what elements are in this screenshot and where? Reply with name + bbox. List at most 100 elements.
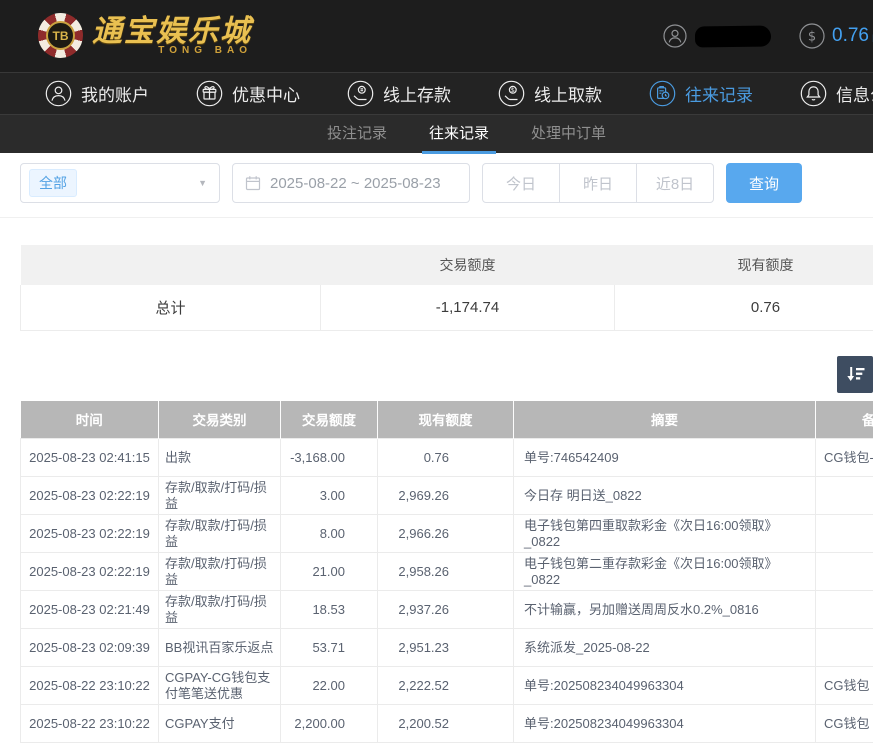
nav-item-transaction-records[interactable]: 往来记录 — [649, 80, 753, 107]
table-row: 2025-08-23 02:22:19 存款/取款/打码/损益 3.00 2,9… — [21, 477, 873, 515]
cell-remark: CG钱包 — [816, 667, 873, 705]
nav-label: 往来记录 — [685, 81, 753, 106]
cell-summary: 单号:746542409 — [514, 439, 816, 477]
cell-type: 存款/取款/打码/损益 — [159, 591, 281, 629]
gift-icon — [196, 80, 223, 107]
poker-chip-logo-icon: TB — [38, 13, 83, 58]
balance-amount: 0.76 — [832, 25, 869, 47]
divider — [0, 217, 873, 218]
logo: TB 通宝娱乐城 TONG BAO — [38, 13, 252, 58]
dollar-coin-icon: $ — [799, 23, 825, 49]
cell-time: 2025-08-23 02:21:49 — [21, 591, 159, 629]
nav-item-deposit[interactable]: 线上存款 — [347, 80, 451, 107]
cell-balance: 2,958.26 — [378, 553, 514, 591]
bell-icon — [800, 80, 827, 107]
cell-balance: 2,937.26 — [378, 591, 514, 629]
last-8-days-button[interactable]: 近8日 — [636, 163, 714, 203]
cell-type: 存款/取款/打码/损益 — [159, 477, 281, 515]
col-header-balance: 现有额度 — [378, 401, 514, 439]
site-title: 通宝娱乐城 — [92, 16, 252, 48]
cell-summary: 电子钱包第四重取款彩金《次日16:00领取》_0822 — [514, 515, 816, 553]
summary-header-transaction: 交易额度 — [321, 245, 615, 285]
col-header-type: 交易类别 — [159, 401, 281, 439]
records-table: 时间 交易类别 交易额度 现有额度 摘要 备注 2025-08-23 02:41… — [20, 401, 873, 744]
svg-text:$: $ — [511, 86, 515, 94]
tab-pending-orders[interactable]: 处理中订单 — [524, 115, 613, 154]
yesterday-button[interactable]: 昨日 — [559, 163, 637, 203]
summary-balance-total: 0.76 — [615, 285, 873, 330]
nav-label: 信息公告 — [836, 81, 873, 106]
nav-item-promotions[interactable]: 优惠中心 — [196, 80, 300, 107]
sort-button[interactable] — [837, 356, 873, 393]
table-row: 2025-08-22 23:10:22 CGPAY支付 2,200.00 2,2… — [21, 705, 873, 743]
nav-item-my-account[interactable]: 我的账户 — [45, 80, 149, 107]
sort-descending-icon — [844, 363, 867, 386]
col-header-time: 时间 — [21, 401, 159, 439]
search-button[interactable]: 查询 — [726, 163, 802, 203]
today-button[interactable]: 今日 — [482, 163, 560, 203]
cell-remark: CG钱包-24 — [816, 439, 873, 477]
selected-type-tag[interactable]: 全部 — [29, 169, 77, 197]
summary-transaction-total: -1,174.74 — [321, 285, 615, 330]
cell-remark — [816, 477, 873, 515]
nav-label: 优惠中心 — [232, 81, 300, 106]
cell-amount: 53.71 — [281, 629, 378, 667]
account-area: $ 0.76 R — [663, 0, 873, 72]
tab-betting-records[interactable]: 投注记录 — [320, 115, 394, 154]
cell-type: 出款 — [159, 439, 281, 477]
table-row: 2025-08-22 23:10:22 CGPAY-CG钱包支付笔笔送优惠 22… — [21, 667, 873, 705]
svg-text:$: $ — [808, 30, 816, 45]
sub-nav: 投注记录 往来记录 处理中订单 — [0, 114, 873, 153]
cell-remark — [816, 515, 873, 553]
table-row: 2025-08-23 02:09:39 BB视讯百家乐返点 53.71 2,95… — [21, 629, 873, 667]
cell-amount: 8.00 — [281, 515, 378, 553]
nav-item-withdraw[interactable]: $ 线上取款 — [498, 80, 602, 107]
main-nav: 我的账户 优惠中心 线上存款 $ 线上取款 — [0, 72, 873, 114]
nav-label: 线上取款 — [534, 81, 602, 106]
nav-label: 我的账户 — [81, 81, 149, 106]
site-subtitle: TONG BAO — [92, 45, 252, 56]
records-header-row: 时间 交易类别 交易额度 现有额度 摘要 备注 — [21, 401, 873, 439]
cell-time: 2025-08-22 23:10:22 — [21, 705, 159, 743]
table-row: 2025-08-23 02:41:15 出款 -3,168.00 0.76 单号… — [21, 439, 873, 477]
cell-amount: 3.00 — [281, 477, 378, 515]
cell-amount: 18.53 — [281, 591, 378, 629]
table-row: 2025-08-23 02:22:19 存款/取款/打码/损益 21.00 2,… — [21, 553, 873, 591]
filter-bar: 全部 ▼ 2025-08-22 ~ 2025-08-23 今日 昨日 近8日 查… — [20, 163, 873, 203]
cell-remark — [816, 591, 873, 629]
summary-row: 总计 -1,174.74 0.76 — [21, 285, 873, 330]
summary-header-balance: 现有额度 — [615, 245, 873, 285]
table-row: 2025-08-23 02:21:49 存款/取款/打码/损益 18.53 2,… — [21, 591, 873, 629]
cell-balance: 2,222.52 — [378, 667, 514, 705]
col-header-remark: 备注 — [816, 401, 873, 439]
summary-header-empty — [21, 245, 321, 285]
summary-total-label: 总计 — [21, 285, 321, 330]
cell-time: 2025-08-23 02:09:39 — [21, 629, 159, 667]
cell-summary: 系统派发_2025-08-22 — [514, 629, 816, 667]
tab-transaction-records[interactable]: 往来记录 — [422, 115, 496, 154]
type-select[interactable]: 全部 ▼ — [20, 163, 220, 203]
cell-time: 2025-08-22 23:10:22 — [21, 667, 159, 705]
deposit-coin-hand-icon — [347, 80, 374, 107]
cell-summary: 单号:202508234049963304 — [514, 667, 816, 705]
cell-type: 存款/取款/打码/损益 — [159, 515, 281, 553]
top-header: TB 通宝娱乐城 TONG BAO $ 0.76 R — [0, 0, 873, 72]
cell-amount: 22.00 — [281, 667, 378, 705]
cell-time: 2025-08-23 02:41:15 — [21, 439, 159, 477]
chevron-down-icon: ▼ — [198, 178, 207, 188]
date-range-value: 2025-08-22 ~ 2025-08-23 — [270, 175, 441, 192]
records-clipboard-clock-icon — [649, 80, 676, 107]
cell-balance: 2,969.26 — [378, 477, 514, 515]
user-icon — [663, 24, 687, 48]
cell-balance: 0.76 — [378, 439, 514, 477]
nav-label: 线上存款 — [383, 81, 451, 106]
cell-balance: 2,966.26 — [378, 515, 514, 553]
cell-summary: 单号:202508234049963304 — [514, 705, 816, 743]
records-tbody: 2025-08-23 02:41:15 出款 -3,168.00 0.76 单号… — [21, 439, 873, 743]
cell-type: CGPAY-CG钱包支付笔笔送优惠 — [159, 667, 281, 705]
summary-table: 交易额度 现有额度 总计 -1,174.74 0.76 — [20, 245, 873, 331]
date-range-input[interactable]: 2025-08-22 ~ 2025-08-23 — [232, 163, 470, 203]
withdraw-coin-hand-icon: $ — [498, 80, 525, 107]
cell-amount: 21.00 — [281, 553, 378, 591]
nav-item-announcements[interactable]: 信息公告 — [800, 80, 873, 107]
